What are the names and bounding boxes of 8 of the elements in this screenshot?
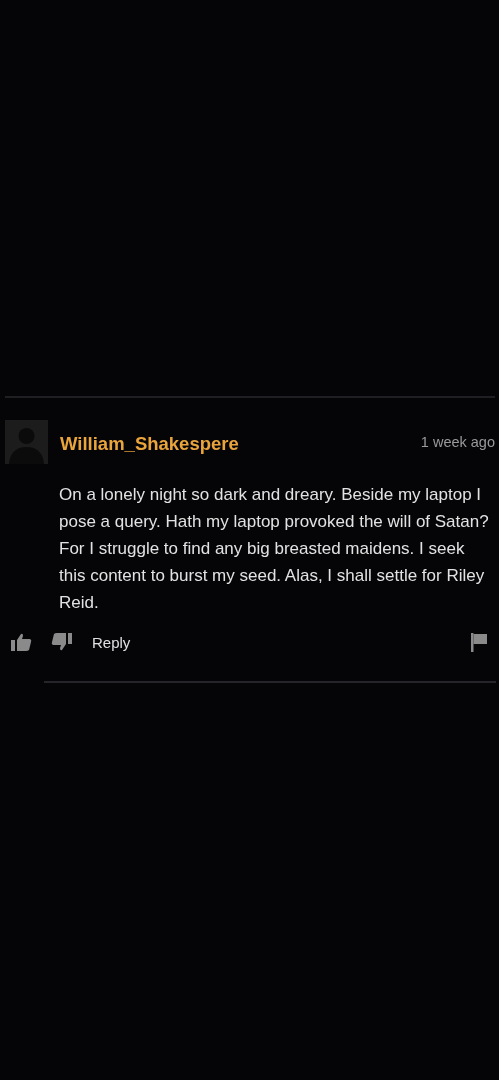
username[interactable]: William_Shakespere	[60, 433, 421, 455]
flag-icon[interactable]	[471, 632, 488, 652]
avatar-icon	[5, 420, 48, 464]
timestamp: 1 week ago	[420, 434, 495, 450]
thumbs-up-icon[interactable]	[11, 633, 32, 651]
comment-text: On a lonely night so dark and dreary. Beside my laptop I pose a query. Hath my laptop provoked the will of Satan? For I struggle to find any big breasted maidens. I seek this content to burst my seed. Alas, I shall settle for Riley Reid.	[59, 484, 489, 614]
reply-button[interactable]: Reply	[92, 633, 131, 651]
thumbs-down-icon[interactable]	[51, 633, 72, 651]
